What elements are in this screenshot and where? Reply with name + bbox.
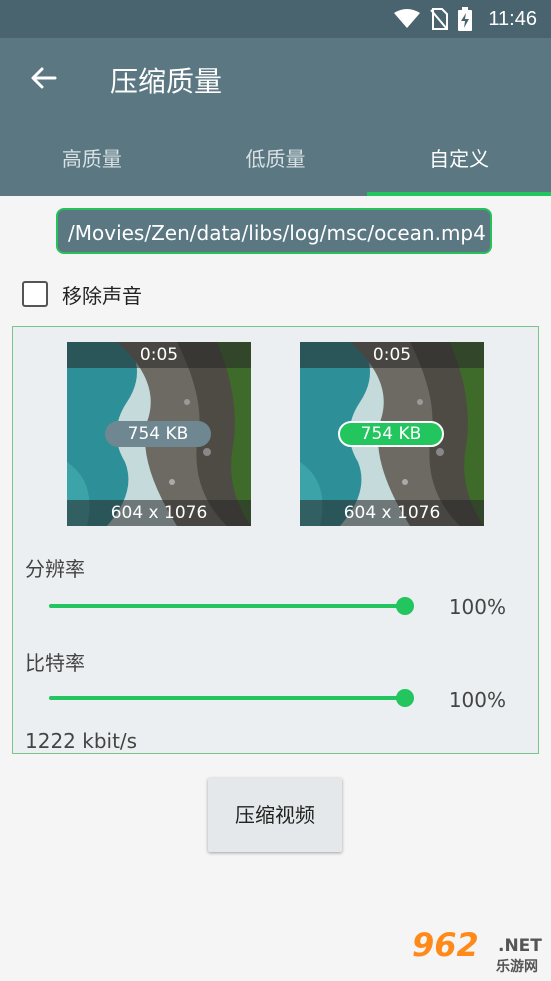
app-bar: 压缩质量 xyxy=(0,38,551,122)
remove-audio-label: 移除声音 xyxy=(62,283,142,308)
compress-video-button[interactable]: 压缩视频 xyxy=(208,778,342,852)
status-time: 11:46 xyxy=(488,7,537,30)
remove-audio-checkbox[interactable] xyxy=(22,281,48,307)
status-bar: 11:46 xyxy=(0,0,551,38)
resolution-percent: 100% xyxy=(448,595,506,619)
compressed-duration: 0:05 xyxy=(300,342,484,368)
original-duration: 0:05 xyxy=(67,342,251,368)
bitrate-percent: 100% xyxy=(448,688,506,712)
compressed-size-badge: 754 KB xyxy=(338,421,444,447)
remove-audio-row[interactable]: 移除声音 xyxy=(22,278,142,310)
resolution-slider-thumb[interactable] xyxy=(396,597,414,615)
resolution-slider[interactable] xyxy=(49,593,414,619)
back-button[interactable] xyxy=(20,56,68,104)
no-sim-icon xyxy=(430,8,449,30)
site-watermark: 962 .NET 乐游网 xyxy=(408,926,548,978)
watermark-logo: 962 xyxy=(412,926,479,964)
status-icons: 11:46 xyxy=(394,6,537,32)
bitrate-label: 比特率 xyxy=(25,651,85,675)
page-title: 压缩质量 xyxy=(110,65,223,98)
quality-tabs: 高质量 低质量 自定义 xyxy=(0,122,551,196)
original-size-badge: 754 KB xyxy=(105,421,211,447)
compression-settings-panel: 0:05 754 KB 604 x 1076 0:05 754 KB 604 x… xyxy=(12,326,539,754)
bitrate-slider[interactable] xyxy=(49,685,414,711)
resolution-label: 分辨率 xyxy=(25,557,85,581)
wifi-icon xyxy=(394,9,421,29)
resolution-slider-fill xyxy=(49,604,405,608)
compressed-video-preview: 0:05 754 KB 604 x 1076 xyxy=(300,342,484,526)
bitrate-slider-fill xyxy=(49,696,405,700)
tab-high-quality[interactable]: 高质量 xyxy=(0,122,184,196)
watermark-site: 乐游网 xyxy=(496,959,538,975)
original-video-preview: 0:05 754 KB 604 x 1076 xyxy=(67,342,251,526)
bitrate-slider-thumb[interactable] xyxy=(396,689,414,707)
original-resolution: 604 x 1076 xyxy=(67,500,251,526)
bitrate-value: 1222 kbit/s xyxy=(25,729,138,753)
battery-charging-icon xyxy=(458,7,473,31)
tab-low-quality[interactable]: 低质量 xyxy=(184,122,368,196)
watermark-suffix: .NET xyxy=(498,936,542,956)
compressed-resolution: 604 x 1076 xyxy=(300,500,484,526)
file-path-field[interactable]: /Movies/Zen/data/libs/log/msc/ocean.mp4 xyxy=(56,208,492,254)
arrow-left-icon xyxy=(31,67,57,93)
tab-custom[interactable]: 自定义 xyxy=(367,122,551,196)
